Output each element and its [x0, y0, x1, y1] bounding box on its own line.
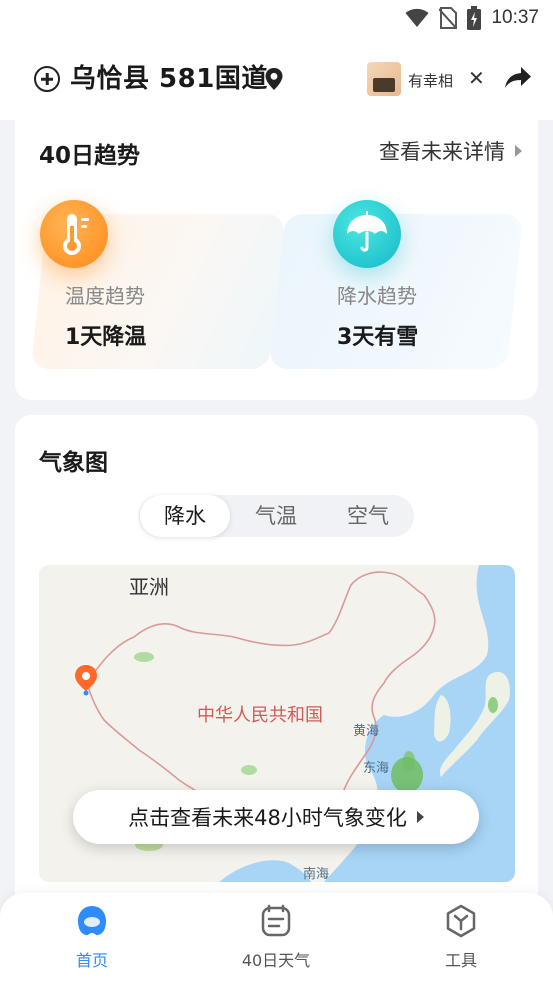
map-label-china: 中华人民共和国 [197, 705, 323, 726]
location-title[interactable]: 乌恰县 581国道 [70, 58, 268, 95]
precipitation-trend-value: 3天有雪 [337, 325, 419, 350]
no-sim-icon [439, 7, 458, 29]
status-bar: 10:37 [0, 0, 553, 38]
close-icon[interactable]: ✕ [468, 66, 485, 90]
umbrella-icon [333, 200, 401, 268]
ad-text[interactable]: 有幸相 [408, 70, 458, 91]
tab-precipitation[interactable]: 降水 [140, 495, 230, 537]
map-label-east-sea: 东海 [363, 761, 390, 776]
share-icon[interactable] [504, 66, 532, 90]
temperature-trend-value: 1天降温 [65, 325, 147, 350]
wifi-icon [405, 8, 429, 27]
calendar-icon [261, 904, 291, 937]
home-icon [78, 906, 106, 936]
tab-40day-label: 40日天气 [241, 951, 311, 970]
bottom-tab-bar: 首页 40日天气 工具 [0, 893, 553, 983]
battery-charging-icon [467, 6, 482, 30]
tab-home-label: 首页 [75, 951, 108, 970]
map-label-yellow-sea: 黄海 [353, 724, 380, 739]
map-label-south-sea: 南海 [303, 867, 330, 882]
weather-map-card: 气象图 降水 气温 空气 亚洲 中华人民共和国 黄海 东海 南海 点击查看未来4… [15, 415, 538, 915]
chevron-right-icon [515, 145, 522, 157]
forecast-48h-label: 点击查看未来48小时气象变化 [128, 806, 407, 830]
tools-icon [446, 904, 476, 938]
weather-map-title: 气象图 [39, 450, 108, 476]
trend-card: 40日趋势 查看未来详情 温度趋势 1天降温 降水趋势 3天有雪 [15, 100, 538, 400]
thermometer-icon [40, 200, 108, 268]
trend-more-label: 查看未来详情 [379, 140, 505, 164]
add-city-icon[interactable] [34, 66, 60, 92]
status-icons: 10:37 [405, 6, 539, 30]
forecast-48h-button[interactable]: 点击查看未来48小时气象变化 [73, 790, 479, 844]
status-time: 10:37 [491, 7, 539, 28]
map-label-asia: 亚洲 [129, 575, 169, 599]
tab-tools[interactable]: 工具 [406, 903, 516, 971]
tab-tools-label: 工具 [444, 951, 477, 970]
tab-40day[interactable]: 40日天气 [221, 903, 331, 971]
chevron-right-icon [416, 811, 424, 823]
trend-more-link[interactable]: 查看未来详情 [379, 136, 522, 166]
ad-avatar[interactable] [367, 62, 401, 96]
map-layer-switch: 降水 气温 空气 [139, 495, 414, 537]
tab-air-quality[interactable]: 空气 [323, 495, 413, 537]
tab-temperature[interactable]: 气温 [231, 495, 321, 537]
precipitation-trend-label: 降水趋势 [337, 284, 417, 308]
location-pin-icon [265, 68, 283, 90]
tab-home[interactable]: 首页 [37, 903, 147, 971]
temperature-trend-label: 温度趋势 [65, 284, 145, 308]
trend-title: 40日趋势 [39, 143, 141, 169]
